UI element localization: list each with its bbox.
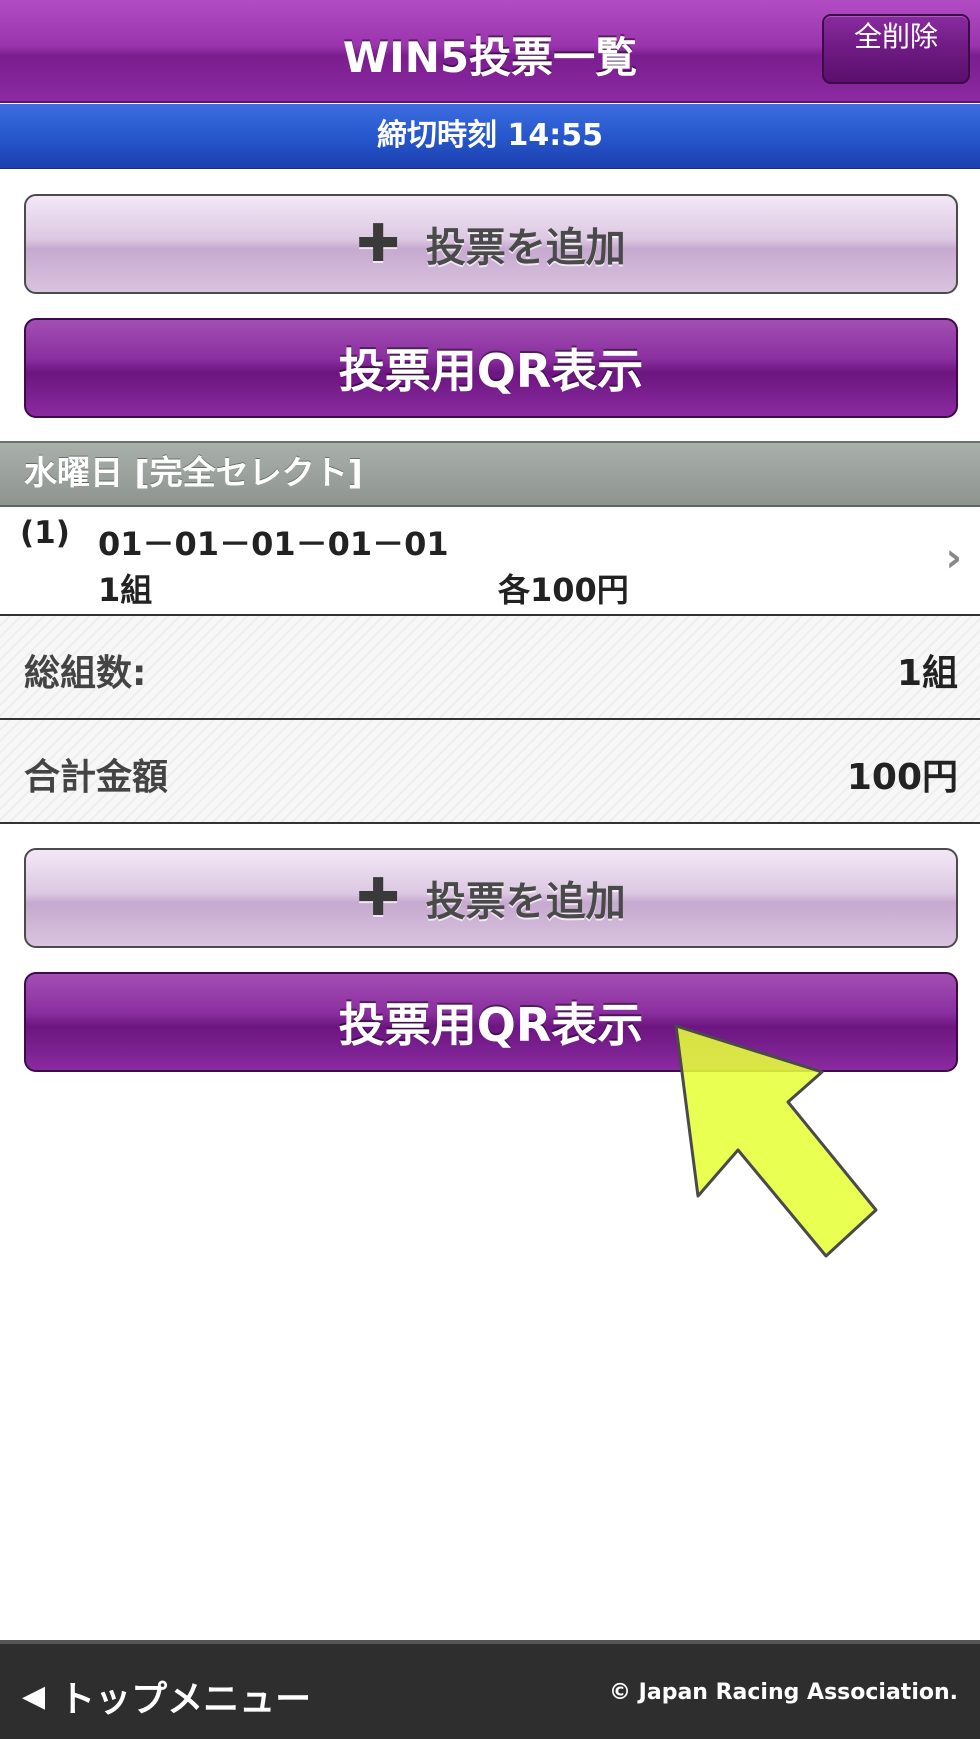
- add-vote-button-bottom[interactable]: ✚ 投票を追加: [24, 848, 958, 948]
- total-sets-row: 総組数: 1組: [0, 616, 980, 720]
- plus-icon: ✚: [356, 868, 400, 928]
- bet-combination: 01－01－01－01－01: [98, 525, 449, 563]
- total-amount-value: 100円: [846, 757, 958, 798]
- pointer-arrow-icon: [674, 1024, 878, 1258]
- chevron-right-icon: ›: [945, 535, 962, 581]
- bet-sets: 1組: [98, 571, 153, 609]
- top-menu-label: トップメニュー: [59, 1679, 312, 1720]
- copyright-text: © Japan Racing Association.: [609, 1680, 958, 1705]
- total-amount-label: 合計金額: [24, 757, 169, 798]
- bet-list-item[interactable]: (1) 01－01－01－01－01 1組 各100円 ›: [0, 507, 980, 616]
- app-header: WIN5投票一覧 全削除: [0, 0, 980, 103]
- delete-all-button[interactable]: 全削除: [822, 14, 970, 84]
- total-sets-value: 1組: [896, 653, 958, 694]
- add-vote-label: 投票を追加: [425, 879, 626, 925]
- back-triangle-icon: ◀: [22, 1678, 46, 1714]
- section-header: 水曜日 [完全セレクト]: [0, 441, 980, 507]
- bet-index: (1): [20, 515, 70, 551]
- top-menu-link[interactable]: ◀ トップメニュー: [22, 1670, 311, 1722]
- bet-amount: 各100円: [498, 571, 629, 609]
- add-vote-button-top[interactable]: ✚ 投票を追加: [24, 194, 958, 294]
- add-vote-label: 投票を追加: [425, 225, 626, 271]
- total-amount-row: 合計金額 100円: [0, 720, 980, 824]
- show-qr-button-top[interactable]: 投票用QR表示: [24, 318, 958, 418]
- total-sets-label: 総組数:: [24, 653, 147, 694]
- footer-bar: ◀ トップメニュー © Japan Racing Association.: [0, 1640, 980, 1739]
- show-qr-label: 投票用QR表示: [338, 998, 644, 1052]
- deadline-bar: 締切時刻 14:55: [0, 104, 980, 169]
- plus-icon: ✚: [356, 214, 400, 274]
- show-qr-label: 投票用QR表示: [338, 344, 644, 398]
